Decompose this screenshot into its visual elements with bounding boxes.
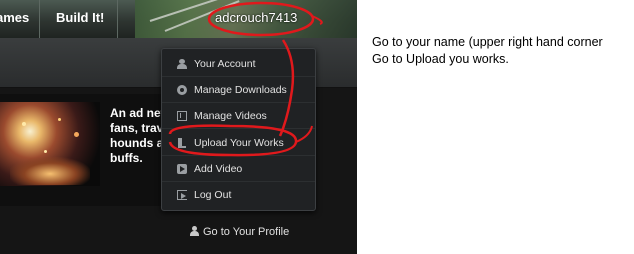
top-navigation-bar: ames Build It! adcrouch7413 xyxy=(0,0,357,38)
menu-item-label: Log Out xyxy=(194,189,232,201)
film-icon xyxy=(177,111,187,121)
firework-spark xyxy=(22,122,26,126)
blurb-line: An ad net xyxy=(110,106,165,120)
fireworks-thumbnail[interactable] xyxy=(0,102,100,186)
firework-spark xyxy=(74,132,79,137)
featured-blurb: An ad net fans, trav hounds a buffs. xyxy=(110,106,168,166)
menu-item-upload-your-works[interactable]: Upload Your Works xyxy=(162,130,315,156)
logout-icon xyxy=(177,190,187,200)
gear-icon xyxy=(177,85,187,95)
website-screenshot: ames Build It! adcrouch7413 An ad net fa… xyxy=(0,0,357,254)
menu-item-label: Manage Videos xyxy=(194,110,267,122)
user-dropdown-menu: Your Account Manage Downloads Manage Vid… xyxy=(161,48,316,211)
instruction-line: Go to Upload you works. xyxy=(372,52,509,66)
menu-item-log-out[interactable]: Log Out xyxy=(162,182,315,208)
menu-item-manage-downloads[interactable]: Manage Downloads xyxy=(162,77,315,103)
firework-spark xyxy=(44,150,47,153)
user-icon xyxy=(177,59,187,69)
nav-divider xyxy=(117,0,118,38)
username-menu-trigger[interactable]: adcrouch7413 xyxy=(215,10,297,25)
fireworks-glow xyxy=(10,157,90,185)
nav-item-build-it[interactable]: Build It! xyxy=(56,10,104,25)
firework-spark xyxy=(58,118,61,121)
menu-item-label: Manage Downloads xyxy=(194,84,287,96)
blurb-line: fans, trav xyxy=(110,121,164,135)
blurb-line: buffs. xyxy=(110,151,143,165)
go-to-profile-label: Go to Your Profile xyxy=(203,226,290,238)
play-icon xyxy=(177,164,187,174)
menu-item-your-account[interactable]: Your Account xyxy=(162,51,315,77)
go-to-profile-link[interactable]: Go to Your Profile xyxy=(190,226,289,238)
menu-item-label: Add Video xyxy=(194,163,243,175)
blurb-line: hounds a xyxy=(110,136,164,150)
upload-icon xyxy=(177,138,187,148)
instructions-text: Go to your name (upper right hand corner… xyxy=(372,34,634,68)
nav-item-games[interactable]: ames xyxy=(0,10,29,25)
menu-item-add-video[interactable]: Add Video xyxy=(162,156,315,182)
menu-item-manage-videos[interactable]: Manage Videos xyxy=(162,103,315,129)
menu-item-label: Your Account xyxy=(194,58,256,70)
instruction-line: Go to your name (upper right hand corner xyxy=(372,35,603,49)
user-icon xyxy=(190,226,199,236)
menu-item-label: Upload Your Works xyxy=(194,137,284,149)
nav-divider xyxy=(39,0,40,38)
